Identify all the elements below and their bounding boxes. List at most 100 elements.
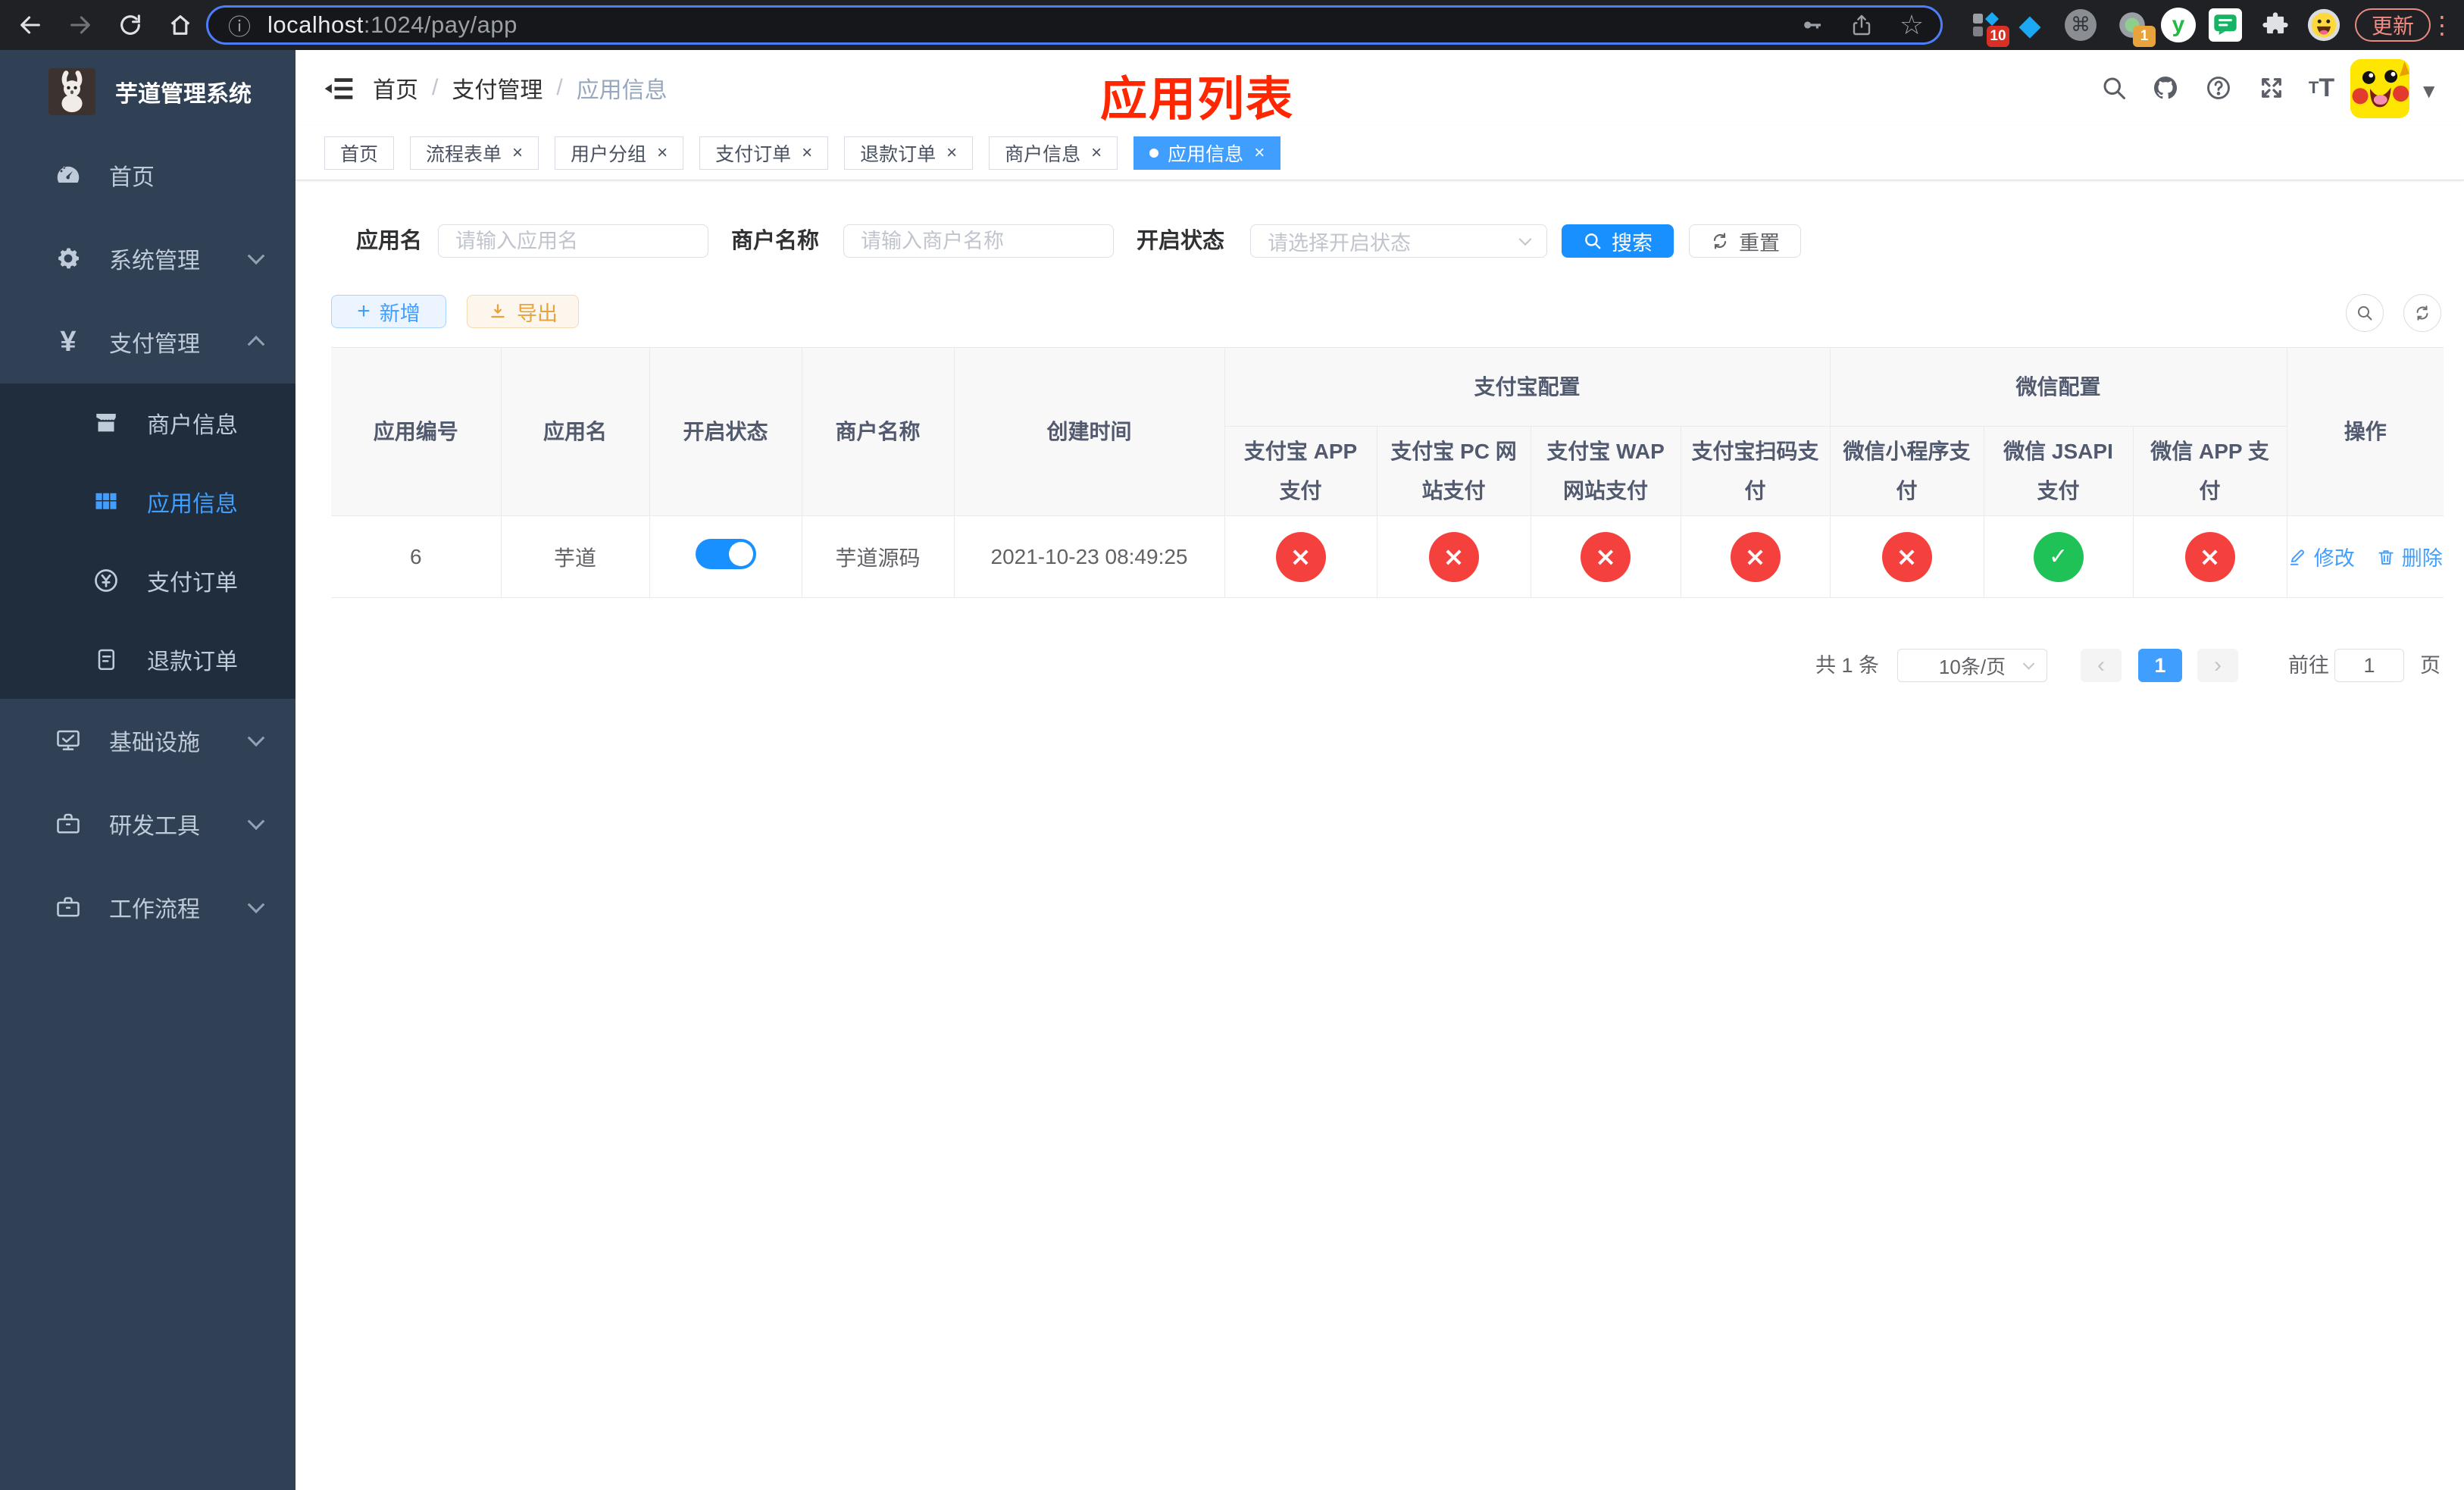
bookmark-star-icon[interactable] [1898, 11, 1925, 39]
sidebar-item-merchant-info[interactable]: 商户信息 [0, 383, 295, 462]
breadcrumb-home[interactable]: 首页 [373, 71, 418, 105]
extension-gem-icon[interactable] [2012, 8, 2047, 42]
reset-button[interactable]: 重置 [1689, 224, 1801, 258]
toolbox-icon [52, 892, 85, 922]
extension-command-icon[interactable] [2063, 8, 2098, 42]
tab-payment-orders[interactable]: 支付订单 [699, 136, 829, 170]
add-button[interactable]: + 新增 [331, 295, 446, 328]
help-icon[interactable] [2202, 73, 2235, 103]
close-icon[interactable] [1254, 142, 1265, 164]
app-logo-row[interactable]: 芋道管理系统 [0, 50, 295, 133]
close-icon[interactable] [1091, 142, 1102, 164]
extension-badge: 1 [2133, 26, 2156, 47]
sidebar-item-home[interactable]: 首页 [0, 133, 295, 217]
alipay-wap-status-icon[interactable] [1581, 531, 1631, 582]
wechat-jsapi-status-icon[interactable] [2033, 531, 2084, 582]
app-title: 芋道管理系统 [115, 82, 252, 107]
tab-merchant-info[interactable]: 商户信息 [989, 136, 1118, 170]
sidebar-item-system-management[interactable]: 系统管理 [0, 217, 295, 300]
breadcrumb-payment[interactable]: 支付管理 [452, 71, 543, 105]
font-size-icon[interactable] [2305, 73, 2338, 103]
search-icon[interactable] [2097, 73, 2131, 103]
store-icon [89, 408, 123, 438]
tab-process-form[interactable]: 流程表单 [410, 136, 539, 170]
url-text: localhost:1024/pay/app [267, 11, 518, 38]
refresh-button[interactable] [2403, 294, 2441, 332]
app-name-input[interactable] [438, 224, 708, 258]
browser-back-icon[interactable] [14, 8, 47, 42]
delete-link[interactable]: 删除 [2376, 542, 2443, 571]
alipay-app-status-icon[interactable] [1275, 531, 1326, 582]
extension-blocks-icon[interactable]: 10 [1968, 8, 2009, 47]
tab-app-info[interactable]: 应用信息 [1134, 136, 1281, 170]
sidebar-item-app-info[interactable]: 应用信息 [0, 462, 295, 541]
next-page-button[interactable]: › [2197, 649, 2238, 682]
goto-page-input[interactable] [2334, 649, 2404, 682]
browser-reload-icon[interactable] [114, 8, 147, 42]
fullscreen-icon[interactable] [2255, 73, 2288, 103]
wechat-app-status-icon[interactable] [2184, 531, 2235, 582]
breadcrumb-separator: / [432, 75, 439, 100]
password-key-icon[interactable] [1798, 11, 1825, 39]
browser-forward-icon[interactable] [64, 8, 97, 42]
export-button[interactable]: 导出 [467, 295, 579, 328]
close-icon[interactable] [657, 142, 668, 164]
browser-home-icon[interactable] [164, 8, 197, 42]
alipay-pc-status-icon[interactable] [1428, 531, 1479, 582]
show-search-button[interactable] [2346, 294, 2384, 332]
chevron-down-icon [247, 896, 265, 914]
browser-menu-icon[interactable] [2431, 8, 2453, 42]
extension-yudao-icon[interactable] [2161, 8, 2196, 42]
share-icon[interactable] [1848, 11, 1875, 39]
address-bar[interactable]: localhost:1024/pay/app [206, 5, 1943, 45]
cell-merchant: 芋道源码 [801, 515, 955, 598]
app-name-label: 应用名 [356, 229, 423, 253]
col-group-alipay: 支付宝配置 [1224, 347, 1831, 427]
status-toggle[interactable] [695, 539, 756, 569]
close-icon[interactable] [946, 142, 957, 164]
extension-chat-icon[interactable] [2208, 8, 2243, 42]
sidebar-item-workflow[interactable]: 工作流程 [0, 866, 295, 949]
github-icon[interactable] [2149, 73, 2182, 103]
status-select[interactable]: 请选择开启状态 [1250, 224, 1547, 258]
sidebar-fold-icon[interactable] [322, 72, 355, 104]
tab-user-group[interactable]: 用户分组 [555, 136, 684, 170]
chevron-down-icon [1518, 233, 1532, 246]
page-number-1[interactable]: 1 [2138, 649, 2182, 682]
prev-page-button[interactable]: ‹ [2081, 649, 2122, 682]
sidebar-item-infrastructure[interactable]: 基础设施 [0, 699, 295, 782]
chevron-right-icon: › [2214, 653, 2222, 678]
payment-submenu: 商户信息 应用信息 支付订单 退款订单 [0, 383, 295, 699]
tab-home[interactable]: 首页 [324, 136, 395, 170]
page-suffix-label: 页 [2420, 654, 2441, 677]
edit-link[interactable]: 修改 [2288, 542, 2355, 571]
col-app-id: 应用编号 [331, 347, 502, 516]
wechat-lite-status-icon[interactable] [1881, 531, 1932, 582]
browser-profile-avatar[interactable] [2306, 8, 2341, 42]
extension-recorder-icon[interactable]: 1 [2115, 8, 2156, 47]
chevron-down-icon [247, 247, 265, 265]
sidebar-item-dev-tools[interactable]: 研发工具 [0, 782, 295, 866]
page-size-select[interactable]: 10条/页 [1897, 649, 2047, 682]
dashboard-icon [52, 160, 85, 190]
chevron-down-icon[interactable] [2423, 82, 2434, 100]
browser-update-button[interactable]: 更新 [2355, 8, 2431, 42]
close-icon[interactable] [802, 142, 812, 164]
user-avatar[interactable] [2350, 59, 2409, 118]
col-alipay-qr: 支付宝扫码支付 [1680, 426, 1831, 516]
sidebar-item-payment-management[interactable]: ¥ 支付管理 [0, 300, 295, 383]
alipay-qr-status-icon[interactable] [1730, 531, 1781, 582]
merchant-name-input[interactable] [843, 224, 1114, 258]
sidebar-item-payment-orders[interactable]: 支付订单 [0, 541, 295, 620]
sidebar-item-refund-orders[interactable]: 退款订单 [0, 620, 295, 699]
tab-refund-orders[interactable]: 退款订单 [844, 136, 974, 170]
extensions-puzzle-icon[interactable] [2258, 8, 2293, 42]
col-created: 创建时间 [953, 347, 1225, 516]
col-alipay-wap: 支付宝 WAP 网站支付 [1530, 426, 1681, 516]
breadcrumb-separator: / [556, 75, 563, 100]
yen-icon: ¥ [60, 325, 77, 358]
search-button[interactable]: 搜索 [1562, 224, 1674, 258]
close-icon[interactable] [512, 142, 523, 164]
page-info-icon[interactable] [228, 8, 251, 42]
table-row: 6 芋道 芋道源码 2021-10-23 08:49:25 修改 [331, 515, 2444, 598]
